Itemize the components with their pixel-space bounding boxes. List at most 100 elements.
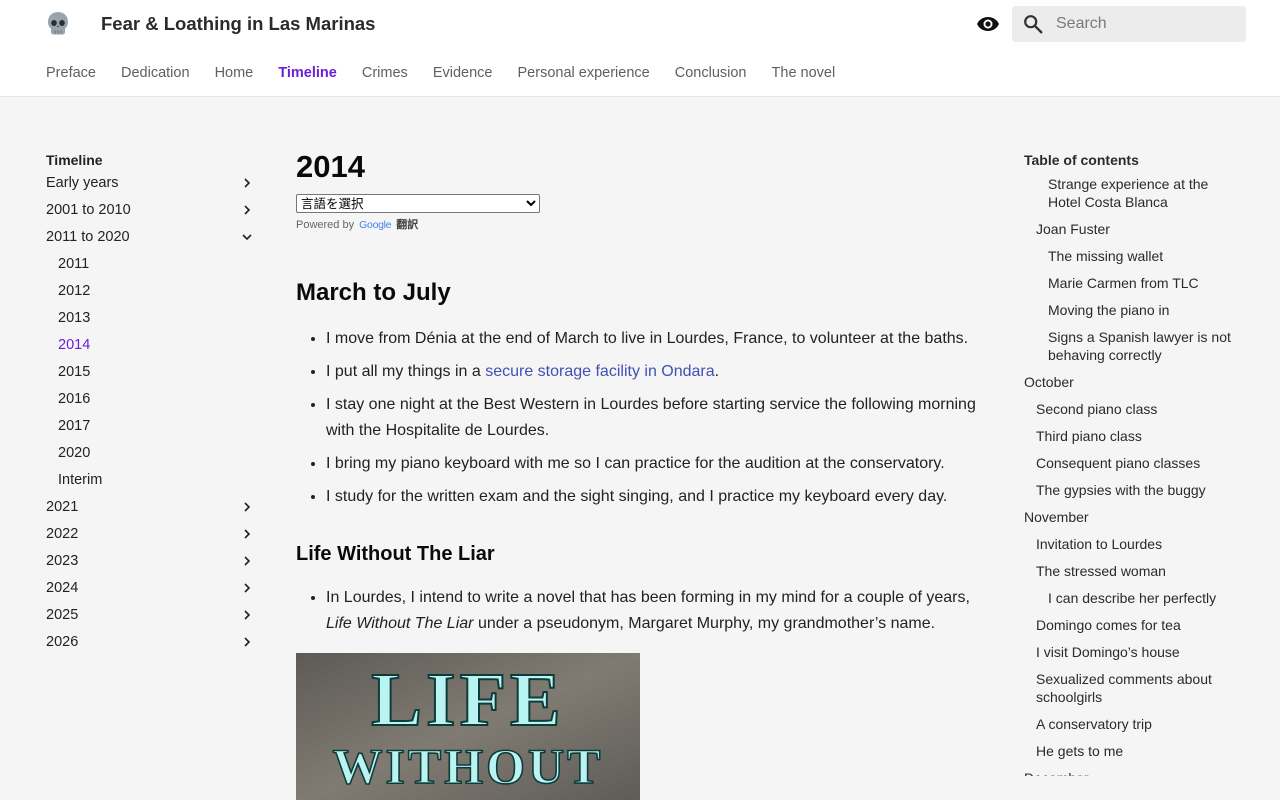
novel-title: Life Without The Liar [326,615,474,632]
sidebar-item-label: 2023 [46,553,79,569]
list-item: In Lourdes, I intend to write a novel th… [326,585,986,637]
toc-item-marie-carmen[interactable]: Marie Carmen from TLC [1024,269,1244,296]
search-box[interactable] [1012,6,1246,42]
google-translate-credit: Powered by Google 翻訳 [296,217,986,233]
sidebar-item-2022[interactable]: 2022 [46,521,256,548]
sidebar-item-2001-to-2010[interactable]: 2001 to 2010 [46,197,256,224]
sidebar-item-2021[interactable]: 2021 [46,494,256,521]
sidebar-item-2026[interactable]: 2026 [46,629,256,656]
novel-cover-image: LIFE WITHOUT [296,653,640,800]
sidebar-item-early-years[interactable]: Early years [46,170,256,197]
tab-personal-experience[interactable]: Personal experience [518,65,650,81]
list-item: I move from Dénia at the end of March to… [326,326,986,352]
toc-item-domingo-house[interactable]: I visit Domingo’s house [1024,638,1244,665]
sidebar-item-2013[interactable]: 2013 [46,305,256,332]
sidebar-item-2025[interactable]: 2025 [46,602,256,629]
tab-evidence[interactable]: Evidence [433,65,493,81]
toc-item-third-piano-class[interactable]: Third piano class [1024,422,1244,449]
main-content: 2014 言語を選択 Powered by Google 翻訳 March to… [296,148,986,800]
toc-item-conservatory-trip[interactable]: A conservatory trip [1024,710,1244,737]
chevron-right-icon[interactable] [242,529,252,539]
search-icon [1024,15,1043,34]
toc-item-hotel-costa-blanca[interactable]: Strange experience at the Hotel Costa Bl… [1024,170,1244,215]
sidebar-item-label: 2024 [46,580,79,596]
tab-conclusion[interactable]: Conclusion [675,65,747,81]
list-item: I study for the written exam and the sig… [326,484,986,510]
sidebar-item-label: 2026 [46,634,79,650]
toc-item-describe-her[interactable]: I can describe her perfectly [1024,584,1244,611]
chevron-right-icon[interactable] [242,637,252,647]
sidebar-item-2016[interactable]: 2016 [46,386,256,413]
toc-item-missing-wallet[interactable]: The missing wallet [1024,242,1244,269]
storage-facility-link[interactable]: secure storage facility in Ondara [485,363,714,380]
sidebar-item-2011-to-2020[interactable]: 2011 to 2020 [46,224,256,251]
tab-timeline[interactable]: Timeline [278,65,337,81]
tab-the-novel[interactable]: The novel [772,65,836,81]
sidebar-item-2024[interactable]: 2024 [46,575,256,602]
chevron-right-icon[interactable] [242,583,252,593]
toc-item-gets-to-me[interactable]: He gets to me [1024,737,1244,764]
google-logo[interactable]: Google [359,217,391,233]
toc-item-invitation-lourdes[interactable]: Invitation to Lourdes [1024,530,1244,557]
list-item: I bring my piano keyboard with me so I c… [326,451,986,477]
sidebar-item-2023[interactable]: 2023 [46,548,256,575]
tab-crimes[interactable]: Crimes [362,65,408,81]
sidebar-item-label: 2011 to 2020 [46,229,130,245]
chevron-right-icon[interactable] [242,556,252,566]
chevron-right-icon[interactable] [242,502,252,512]
toc-item-november[interactable]: November [1024,503,1244,530]
chevron-right-icon[interactable] [242,610,252,620]
novel-cover-art: LIFE WITHOUT [296,653,640,800]
search-input[interactable] [1056,6,1242,42]
toc-title: Table of contents [1024,152,1139,168]
toc-item-december[interactable]: December [1024,764,1244,777]
march-to-july-list: I move from Dénia at the end of March to… [296,326,986,510]
timeline-sidebar: Timeline Early years 2001 to 2010 2011 t… [46,150,256,656]
page-title: 2014 [296,149,365,184]
table-of-contents: Table of contents Strange experience at … [1024,150,1244,776]
toc-item-moving-piano[interactable]: Moving the piano in [1024,296,1244,323]
tab-dedication[interactable]: Dedication [121,65,190,81]
skull-icon[interactable] [46,11,70,37]
cover-title-line2: WITHOUT [332,738,603,794]
toc-item-stressed-woman[interactable]: The stressed woman [1024,557,1244,584]
sidebar-item-2015[interactable]: 2015 [46,359,256,386]
list-item: I put all my things in a secure storage … [326,359,986,385]
list-item: I stay one night at the Best Western in … [326,392,986,444]
sidebar-item-2014[interactable]: 2014 [46,332,256,359]
toc-item-domingo-tea[interactable]: Domingo comes for tea [1024,611,1244,638]
toc-item-joan-fuster[interactable]: Joan Fuster [1024,215,1244,242]
sidebar-item-2011[interactable]: 2011 [46,251,256,278]
sidebar-item-label: 2022 [46,526,79,542]
section-heading-life-without-the-liar: Life Without The Liar [296,543,495,565]
chevron-right-icon[interactable] [242,205,252,215]
toc-item-consequent-piano-classes[interactable]: Consequent piano classes [1024,449,1244,476]
sidebar-title: Timeline [46,152,103,168]
toc-item-spanish-lawyer[interactable]: Signs a Spanish lawyer is not behaving c… [1024,323,1244,368]
life-without-the-liar-list: In Lourdes, I intend to write a novel th… [296,585,986,637]
toc-item-sexualized-comments[interactable]: Sexualized comments about schoolgirls [1024,665,1244,710]
toc-item-second-piano-class[interactable]: Second piano class [1024,395,1244,422]
site-title[interactable]: Fear & Loathing in Las Marinas [101,13,375,35]
chevron-right-icon[interactable] [242,178,252,188]
site-header: Fear & Loathing in Las Marinas Preface D… [0,0,1280,97]
sidebar-item-label: 2025 [46,607,79,623]
section-heading-march-to-july: March to July [296,279,451,306]
top-nav-tabs: Preface Dedication Home Timeline Crimes … [46,65,856,81]
chevron-down-icon[interactable] [242,232,252,242]
toc-item-gypsies-buggy[interactable]: The gypsies with the buggy [1024,476,1244,503]
sidebar-item-2017[interactable]: 2017 [46,413,256,440]
eye-icon[interactable] [976,13,1000,35]
sidebar-item-label: 2001 to 2010 [46,202,131,218]
cover-title-line1: LIFE [371,658,564,742]
sidebar-item-2012[interactable]: 2012 [46,278,256,305]
sidebar-item-2020[interactable]: 2020 [46,440,256,467]
tab-preface[interactable]: Preface [46,65,96,81]
sidebar-item-label: 2021 [46,499,79,515]
toc-item-october[interactable]: October [1024,368,1244,395]
tab-home[interactable]: Home [215,65,254,81]
translate-text[interactable]: 翻訳 [396,219,418,231]
sidebar-item-interim[interactable]: Interim [46,467,256,494]
sidebar-item-label: Early years [46,175,119,191]
language-select[interactable]: 言語を選択 [296,194,540,213]
